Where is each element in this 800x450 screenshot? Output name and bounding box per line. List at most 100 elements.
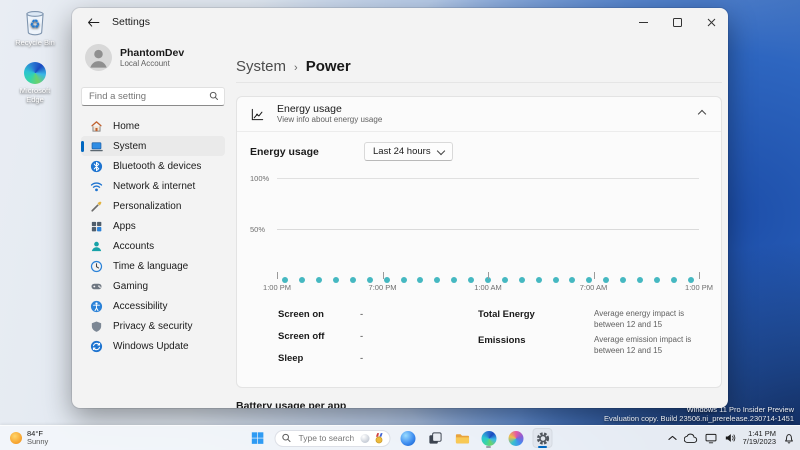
task-view-taskbar-button[interactable] xyxy=(425,428,445,448)
page-title: Power xyxy=(305,58,351,75)
x-axis-tick xyxy=(382,272,384,279)
chart-point xyxy=(636,277,643,283)
show-hidden-icons-button[interactable] xyxy=(667,435,677,441)
battery-usage-section: Battery usage per app Sort by: xyxy=(236,400,722,408)
running-indicator xyxy=(486,446,491,448)
y-axis-label-50: 50% xyxy=(250,225,266,234)
clock[interactable]: 1:41 PM 7/19/2023 xyxy=(743,429,776,447)
settings-main: System › Power Energy usage View info ab… xyxy=(234,36,728,408)
time-range-dropdown[interactable]: Last 24 hours xyxy=(364,142,453,161)
sidebar-item-label: Personalization xyxy=(113,200,182,212)
sidebar-item-label: Accounts xyxy=(113,240,155,252)
gaming-icon xyxy=(90,280,103,293)
stats-left: Screen on - Screen off - Sleep - xyxy=(278,309,478,375)
user-account-card[interactable]: PhantomDev Local Account xyxy=(81,40,225,75)
x-axis-label: 1:00 PM xyxy=(685,283,713,292)
maximize-icon xyxy=(672,17,682,27)
sidebar-item-network-internet[interactable]: Network & internet xyxy=(81,176,225,196)
energy-chart-icon xyxy=(250,107,265,122)
network-tray-button[interactable] xyxy=(705,433,717,444)
stat-label: Total Energy xyxy=(478,309,535,320)
edge-shortcut[interactable]: Microsoft Edge xyxy=(6,62,64,104)
task-view-icon xyxy=(427,431,442,446)
personalization-icon xyxy=(90,200,103,213)
minimize-button[interactable] xyxy=(626,8,660,36)
taskbar-search-box[interactable] xyxy=(274,429,391,447)
file-explorer-taskbar-button[interactable] xyxy=(452,428,472,448)
sidebar-item-label: Gaming xyxy=(113,280,149,292)
weather-condition: Sunny xyxy=(27,437,49,446)
sidebar-item-label: Privacy & security xyxy=(113,320,193,332)
chart-point xyxy=(501,277,508,283)
edge-taskbar-button[interactable] xyxy=(479,428,499,448)
widgets-weather-button[interactable]: 84°F Sunny xyxy=(7,428,51,448)
chevron-up-icon xyxy=(667,435,677,440)
sidebar-item-home[interactable]: Home xyxy=(81,116,225,136)
photos-icon xyxy=(508,430,523,446)
x-axis-label: 1:00 PM xyxy=(263,283,291,292)
home-icon xyxy=(90,120,103,133)
sidebar-item-accessibility[interactable]: Accessibility xyxy=(81,296,225,316)
x-axis-label: 7:00 PM xyxy=(368,283,397,292)
settings-sidebar: PhantomDev Local Account Home System Bluet… xyxy=(72,36,234,408)
close-icon xyxy=(707,18,715,26)
chart-point xyxy=(417,277,424,283)
start-button[interactable] xyxy=(248,428,268,448)
back-button[interactable] xyxy=(85,14,101,30)
file-explorer-icon xyxy=(454,431,469,446)
chart-point xyxy=(569,277,576,283)
taskbar-apps xyxy=(398,428,553,448)
sidebar-item-label: System xyxy=(113,140,147,152)
maximize-button[interactable] xyxy=(660,8,694,36)
sidebar-item-time-language[interactable]: Time & language xyxy=(81,256,225,276)
windows-update-icon xyxy=(90,340,103,353)
x-axis-tick xyxy=(488,272,489,279)
stat-row-screen-off: Screen off - xyxy=(278,331,478,353)
notifications-button[interactable] xyxy=(783,432,795,444)
stat-label: Emissions xyxy=(478,335,526,346)
sidebar-item-apps[interactable]: Apps xyxy=(81,216,225,236)
chart-point xyxy=(349,277,356,283)
stat-value: Average energy impact is between 12 and … xyxy=(594,309,685,329)
energy-chart-plot: 100% 50% 1:00 PM 7:00 PM 1:00 AM 7:00 AM 1:0… xyxy=(250,169,713,299)
settings-icon xyxy=(535,431,550,446)
find-a-setting-input[interactable] xyxy=(81,87,225,106)
photos-taskbar-button[interactable] xyxy=(506,428,526,448)
sidebar-item-gaming[interactable]: Gaming xyxy=(81,276,225,296)
stat-row-total-energy: Total Energy Average energy impact is bet… xyxy=(478,309,708,330)
copilot-taskbar-button[interactable] xyxy=(398,428,418,448)
close-button[interactable] xyxy=(694,8,728,36)
chart-point xyxy=(518,277,525,283)
card-subtitle: View info about energy usage xyxy=(277,115,383,124)
sidebar-item-system[interactable]: System xyxy=(81,136,225,156)
recycle-bin-shortcut[interactable]: ♻ Recycle Bin xyxy=(6,8,64,47)
sidebar-item-accounts[interactable]: Accounts xyxy=(81,236,225,256)
sidebar-item-label: Network & internet xyxy=(113,180,196,192)
speaker-icon xyxy=(725,434,735,442)
apps-icon xyxy=(90,220,103,233)
gridline-50: 50% xyxy=(250,225,699,234)
sidebar-item-bluetooth-devices[interactable]: Bluetooth & devices xyxy=(81,156,225,176)
settings-taskbar-button[interactable] xyxy=(532,428,553,448)
watermark-line2: Evaluation copy. Build 23506.ni_prerelea… xyxy=(603,414,794,423)
sidebar-item-privacy-security[interactable]: Privacy & security xyxy=(81,316,225,336)
search-highlight-orb-icon xyxy=(360,433,370,443)
avatar xyxy=(85,44,112,71)
x-axis-tick xyxy=(593,272,595,279)
breadcrumb: System › Power xyxy=(236,58,722,75)
sun-icon xyxy=(10,432,22,444)
stat-value: - xyxy=(360,331,364,342)
search-icon xyxy=(282,433,292,443)
taskbar-search-input[interactable] xyxy=(296,432,356,444)
volume-tray-button[interactable] xyxy=(724,433,736,443)
sidebar-item-personalization[interactable]: Personalization xyxy=(81,196,225,216)
onedrive-tray-button[interactable] xyxy=(683,433,698,444)
privacy-icon xyxy=(90,320,103,333)
stat-row-screen-on: Screen on - xyxy=(278,309,478,331)
sidebar-item-windows-update[interactable]: Windows Update xyxy=(81,336,225,356)
energy-usage-expander-header[interactable]: Energy usage View info about energy usag… xyxy=(237,97,721,132)
running-indicator xyxy=(538,446,547,448)
svg-text:♻: ♻ xyxy=(30,17,41,31)
sidebar-item-label: Bluetooth & devices xyxy=(113,160,202,172)
breadcrumb-system[interactable]: System xyxy=(236,58,286,75)
